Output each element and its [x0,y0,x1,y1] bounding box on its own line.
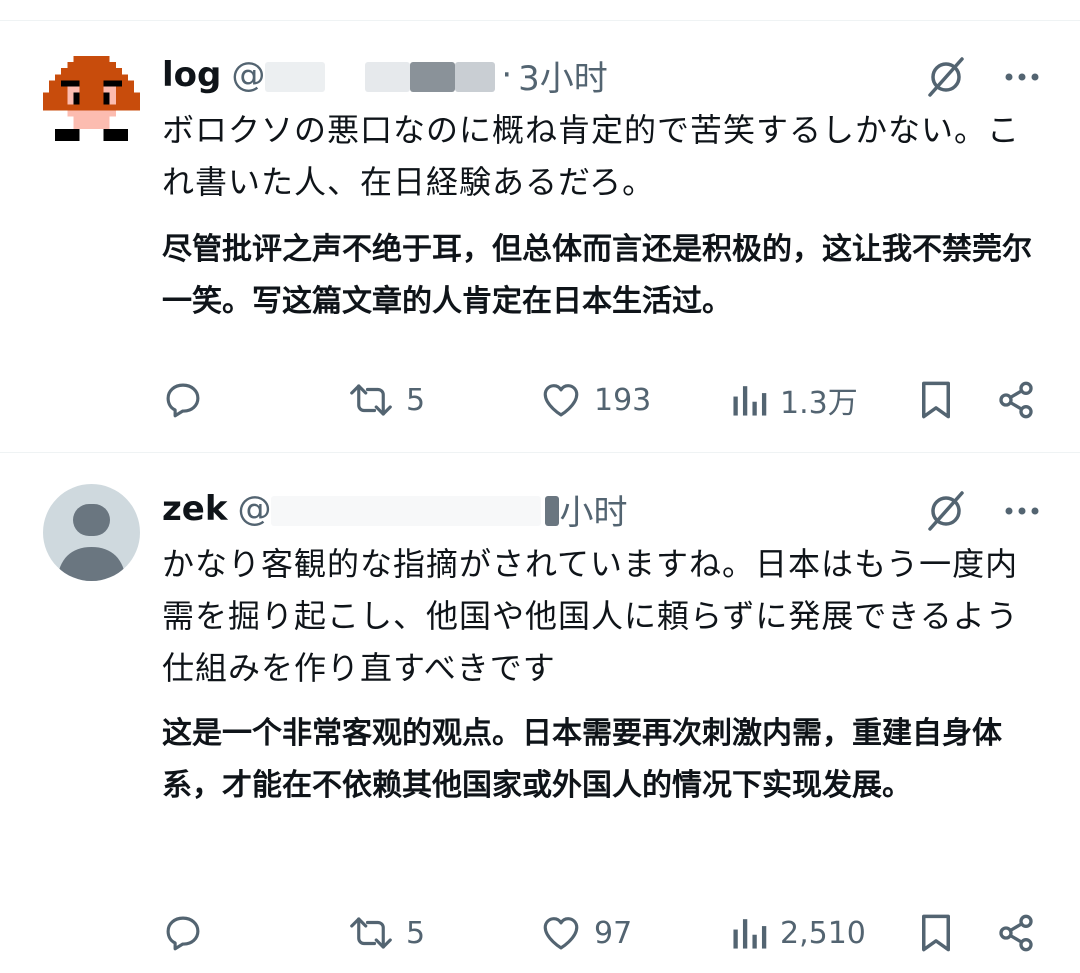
more-icon[interactable] [1004,72,1040,82]
share-button[interactable] [996,375,1036,425]
like-count: 193 [594,382,652,418]
default-avatar-icon [57,504,126,581]
redacted-handle [365,61,411,92]
tweet-text: かなり客観的な指摘がされていますね。日本はもう一度内需を掘り起こし、他国や他国人… [162,545,1019,687]
tweet-header: zek @ 小时 [162,484,627,534]
tweet-divider [0,452,1080,453]
like-button[interactable]: 193 [540,375,651,425]
reply-button[interactable] [162,375,216,425]
redacted-handle [410,61,456,92]
goomba-avatar-icon [43,56,140,141]
timestamp[interactable]: 3小时 [518,51,608,100]
bookmark-button[interactable] [918,908,954,958]
tweet-actions: 5 97 2,510 [162,908,1042,958]
redacted-handle [325,61,366,92]
repost-count: 5 [406,915,426,951]
like-button[interactable]: 97 [540,908,632,958]
avatar[interactable] [43,50,140,147]
user-handle[interactable]: @ [237,489,560,529]
like-count: 97 [594,915,633,951]
handle-text: @ [231,55,266,95]
heart-icon [543,384,579,417]
display-name[interactable]: log [162,55,221,95]
tweet-text: ボロクソの悪口なのに概ね肯定的で苦笑するしかない。これ書いた人、在日経験あるだろ… [162,111,1021,201]
tweet-translation: 这是一个非常客观的观点。日本需要再次刺激内需，重建自身体系，才能在不依赖其他国家… [162,716,1002,803]
reply-icon [166,383,200,418]
analytics-icon [733,919,767,949]
grok-icon[interactable] [924,55,968,99]
redacted-handle [265,61,326,92]
timestamp[interactable]: 小时 [559,485,627,534]
bookmark-icon [922,914,950,952]
redacted-handle [455,61,496,92]
grok-icon[interactable] [924,489,968,533]
display-name[interactable]: zek [162,489,227,529]
top-divider [0,20,1080,21]
share-icon [999,914,1033,952]
tweet-header: log @ · 3小时 [162,50,608,100]
repost-icon [350,917,392,949]
tweet-actions: 5 193 1.3万 [162,375,1042,425]
reply-button[interactable] [162,908,216,958]
redacted-handle [545,495,560,526]
heart-icon [543,917,579,950]
share-icon [999,381,1033,419]
header-actions [924,489,1040,533]
avatar[interactable] [43,484,140,581]
analytics-icon [733,386,767,416]
redacted-handle [271,495,542,526]
repost-icon [350,384,392,416]
user-handle[interactable]: @ [231,55,496,95]
repost-count: 5 [406,382,426,418]
view-count: 2,510 [780,915,866,951]
views-button[interactable]: 1.3万 [730,375,858,425]
tweet-translation: 尽管批评之声不绝于耳，但总体而言还是积极的，这让我不禁莞尔一笑。写这篇文章的人肯… [162,232,1032,319]
views-button[interactable]: 2,510 [730,908,866,958]
bookmark-button[interactable] [918,375,954,425]
reply-icon [166,916,200,951]
repost-button[interactable]: 5 [348,375,425,425]
share-button[interactable] [996,908,1036,958]
separator-dot: · [501,55,513,95]
view-count: 1.3万 [780,386,858,421]
header-actions [924,55,1040,99]
bookmark-icon [922,381,950,419]
handle-text: @ [237,489,272,529]
more-icon[interactable] [1004,506,1040,516]
repost-button[interactable]: 5 [348,908,425,958]
